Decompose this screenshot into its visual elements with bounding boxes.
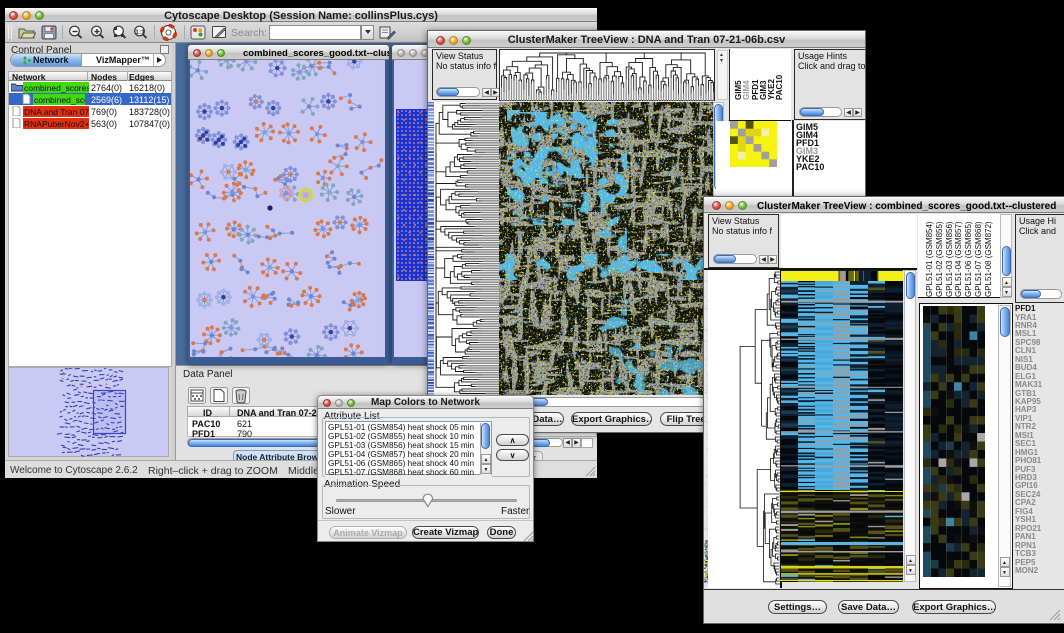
svg-text:1:1: 1:1: [135, 29, 145, 36]
